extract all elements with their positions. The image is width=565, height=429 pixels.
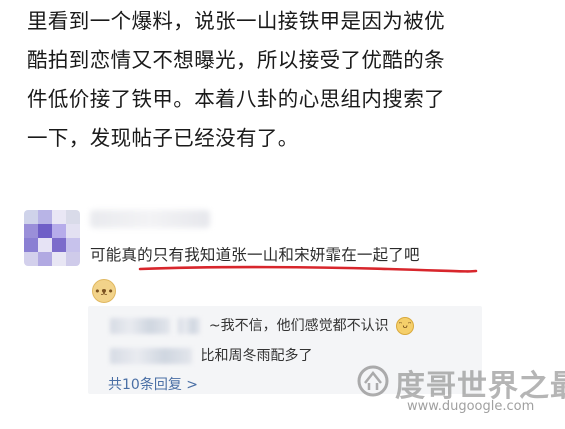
reply-username-blurred[interactable] (110, 318, 170, 334)
reply-item: 比和周冬雨配多了 (110, 345, 312, 365)
watermark-url: www.dugoogle.com (407, 399, 535, 414)
reply-username-blurred[interactable] (110, 348, 192, 364)
watermark-logo-icon (357, 365, 389, 397)
reply-text: ~我不信，他们感觉都不认识 (208, 318, 389, 334)
more-replies-link[interactable]: 共10条回复 > (108, 374, 198, 394)
username-blurred[interactable] (90, 210, 210, 228)
comment-text: 可能真的只有我知道张一山和宋妍霏在一起了吧 (90, 246, 420, 264)
laugh-icon: ᵔᴗᵔ (396, 317, 415, 335)
post-line: 里看到一个爆料，说张一山接铁甲是因为被优 (27, 9, 445, 33)
watermark: 度哥世界之最 www.dugoogle.com (355, 359, 565, 419)
post-body: 里看到一个爆料，说张一山接铁甲是因为被优 酷拍到恋情又不想曝光，所以接受了优酷的… (27, 2, 547, 158)
post-line: 酷拍到恋情又不想曝光，所以接受了优酷的条 (27, 48, 445, 72)
dog-emoji-icon: •ᴥ• (92, 279, 116, 303)
post-line: 件低价接了铁甲。本着八卦的心思组内搜索了 (27, 87, 445, 111)
reply-item: ~我不信，他们感觉都不认识 ᵔᴗᵔ (110, 315, 415, 335)
red-underline-annotation (138, 265, 478, 273)
reply-username-blurred[interactable] (178, 318, 201, 334)
avatar[interactable] (24, 210, 80, 266)
reply-text: 比和周冬雨配多了 (200, 348, 313, 364)
post-line: 一下，发现帖子已经没有了。 (27, 126, 299, 150)
